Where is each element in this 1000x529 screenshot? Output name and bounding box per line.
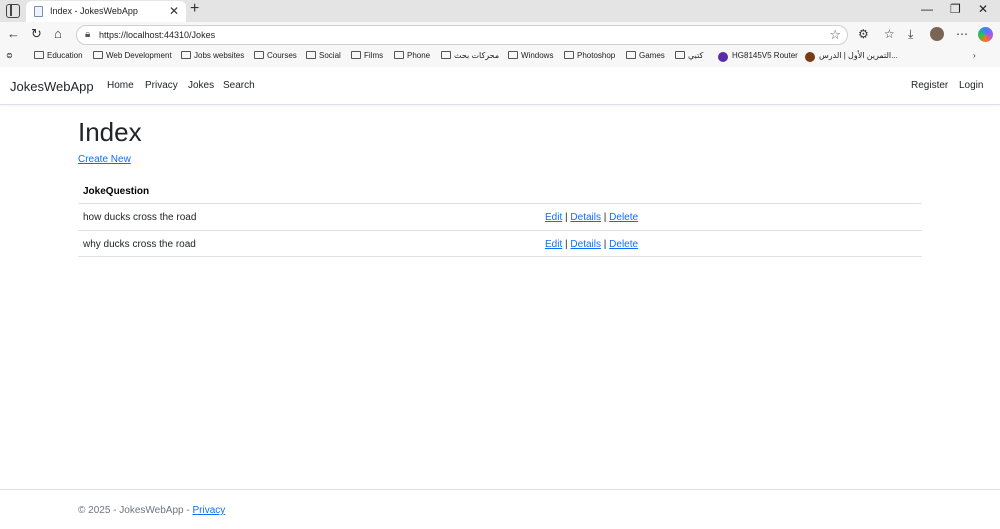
menu-icon[interactable]: ⋯ bbox=[956, 27, 968, 41]
site-footer: © 2025 - JokesWebApp - Privacy bbox=[0, 489, 1000, 529]
router-icon bbox=[718, 52, 728, 62]
page-favicon-icon bbox=[34, 6, 43, 17]
folder-icon bbox=[93, 51, 103, 59]
joke-question: why ducks cross the road bbox=[83, 239, 196, 250]
download-icon[interactable]: ⤓ bbox=[908, 27, 913, 42]
site-navbar: JokesWebApp Home Privacy Jokes Search Re… bbox=[0, 67, 1000, 105]
footer-privacy-link[interactable]: Privacy bbox=[192, 505, 225, 516]
folder-icon bbox=[181, 51, 191, 59]
edit-link[interactable]: Edit bbox=[545, 212, 562, 223]
table-row: how ducks cross the road Edit | Details … bbox=[78, 203, 922, 230]
bookmark-games[interactable]: Games bbox=[626, 51, 665, 60]
bookmark-films[interactable]: Films bbox=[351, 51, 383, 60]
folder-icon bbox=[34, 51, 44, 59]
row-actions: Edit | Details | Delete bbox=[545, 239, 638, 250]
details-link[interactable]: Details bbox=[570, 239, 601, 250]
bookmark-phone[interactable]: Phone bbox=[394, 51, 430, 60]
edit-link[interactable]: Edit bbox=[545, 239, 562, 250]
page-title: Index bbox=[78, 117, 142, 147]
create-new-link[interactable]: Create New bbox=[78, 154, 131, 165]
home-icon[interactable]: ⌂ bbox=[54, 26, 62, 41]
bookmarks-bar: ⊜ Education Web Development Jobs website… bbox=[0, 48, 1000, 67]
more-bookmarks-icon[interactable]: › bbox=[973, 51, 976, 60]
nav-home[interactable]: Home bbox=[107, 80, 134, 91]
table-row: why ducks cross the road Edit | Details … bbox=[78, 230, 922, 257]
bookmark-windows[interactable]: Windows bbox=[508, 51, 553, 60]
copyright-text: © 2025 - JokesWebApp - bbox=[78, 505, 190, 516]
bookmark-social[interactable]: Social bbox=[306, 51, 341, 60]
details-link[interactable]: Details bbox=[570, 212, 601, 223]
back-icon[interactable]: ← bbox=[7, 26, 20, 41]
delete-link[interactable]: Delete bbox=[609, 212, 638, 223]
folder-icon bbox=[394, 51, 404, 59]
copilot-icon[interactable] bbox=[978, 27, 993, 42]
extensions-icon[interactable]: ⚙ bbox=[858, 27, 869, 41]
reading-list-icon[interactable]: ⊜ bbox=[6, 51, 13, 60]
footer-text: © 2025 - JokesWebApp - Privacy bbox=[78, 505, 225, 516]
folder-icon bbox=[508, 51, 518, 59]
url-text[interactable]: https://localhost:44310/Jokes bbox=[99, 30, 215, 40]
bookmark-photoshop[interactable]: Photoshop bbox=[564, 51, 615, 60]
column-header-jokequestion: JokeQuestion bbox=[83, 186, 150, 197]
bookmark-search-engines[interactable]: محركات بحث bbox=[441, 51, 499, 60]
folder-icon bbox=[675, 51, 685, 59]
browser-tab[interactable]: Index - JokesWebApp ✕ bbox=[26, 1, 186, 22]
folder-icon bbox=[564, 51, 574, 59]
nav-privacy[interactable]: Privacy bbox=[145, 80, 178, 91]
separator: | bbox=[565, 212, 568, 223]
bookmark-jobs-websites[interactable]: Jobs websites bbox=[181, 51, 244, 60]
separator: | bbox=[603, 212, 607, 223]
delete-link[interactable]: Delete bbox=[609, 239, 638, 250]
window-close-icon[interactable]: ✕ bbox=[978, 2, 988, 16]
site-brand[interactable]: JokesWebApp bbox=[10, 79, 94, 94]
address-bar[interactable]: 🔒︎ https://localhost:44310/Jokes ☆ bbox=[76, 25, 848, 45]
minimize-icon[interactable]: — bbox=[921, 2, 933, 16]
bookmark-web-development[interactable]: Web Development bbox=[93, 51, 172, 60]
tab-strip: Index - JokesWebApp ✕ + — ❐ ✕ bbox=[0, 0, 1000, 22]
nav-register[interactable]: Register bbox=[911, 80, 948, 91]
refresh-icon[interactable]: ↻ bbox=[31, 26, 42, 42]
nav-jokes[interactable]: Jokes bbox=[188, 80, 214, 91]
folder-icon bbox=[254, 51, 264, 59]
profile-avatar[interactable] bbox=[930, 27, 944, 41]
folder-icon bbox=[351, 51, 361, 59]
nav-search[interactable]: Search bbox=[223, 80, 255, 91]
folder-icon bbox=[626, 51, 636, 59]
nav-login[interactable]: Login bbox=[959, 80, 983, 91]
close-tab-icon[interactable]: ✕ bbox=[169, 4, 179, 18]
tab-actions-icon[interactable] bbox=[6, 4, 20, 18]
bookmark-router[interactable]: HG8145V5 Router bbox=[732, 51, 798, 60]
browser-chrome: Index - JokesWebApp ✕ + — ❐ ✕ ← ↻ ⌂ 🔒︎ h… bbox=[0, 0, 1000, 67]
lock-icon[interactable]: 🔒︎ bbox=[85, 29, 90, 40]
star-icon[interactable]: ☆ bbox=[829, 27, 841, 43]
new-tab-icon[interactable]: + bbox=[190, 0, 199, 18]
address-row: ← ↻ ⌂ 🔒︎ https://localhost:44310/Jokes ☆ bbox=[0, 22, 1000, 48]
favorites-icon[interactable]: ☆ bbox=[884, 27, 895, 41]
restore-icon[interactable]: ❐ bbox=[950, 2, 961, 16]
bookmark-education[interactable]: Education bbox=[34, 51, 83, 60]
folder-icon bbox=[441, 51, 451, 59]
separator: | bbox=[565, 239, 568, 250]
separator: | bbox=[603, 239, 607, 250]
folder-icon bbox=[306, 51, 316, 59]
bookmark-courses[interactable]: Courses bbox=[254, 51, 297, 60]
bookmark-my-books[interactable]: كتبي bbox=[675, 51, 703, 60]
row-actions: Edit | Details | Delete bbox=[545, 212, 638, 223]
tab-title: Index - JokesWebApp bbox=[50, 6, 138, 16]
lesson-icon bbox=[805, 52, 815, 62]
bookmark-lesson[interactable]: التمرين الأول | الدرس... bbox=[819, 51, 898, 60]
joke-question: how ducks cross the road bbox=[83, 212, 197, 223]
